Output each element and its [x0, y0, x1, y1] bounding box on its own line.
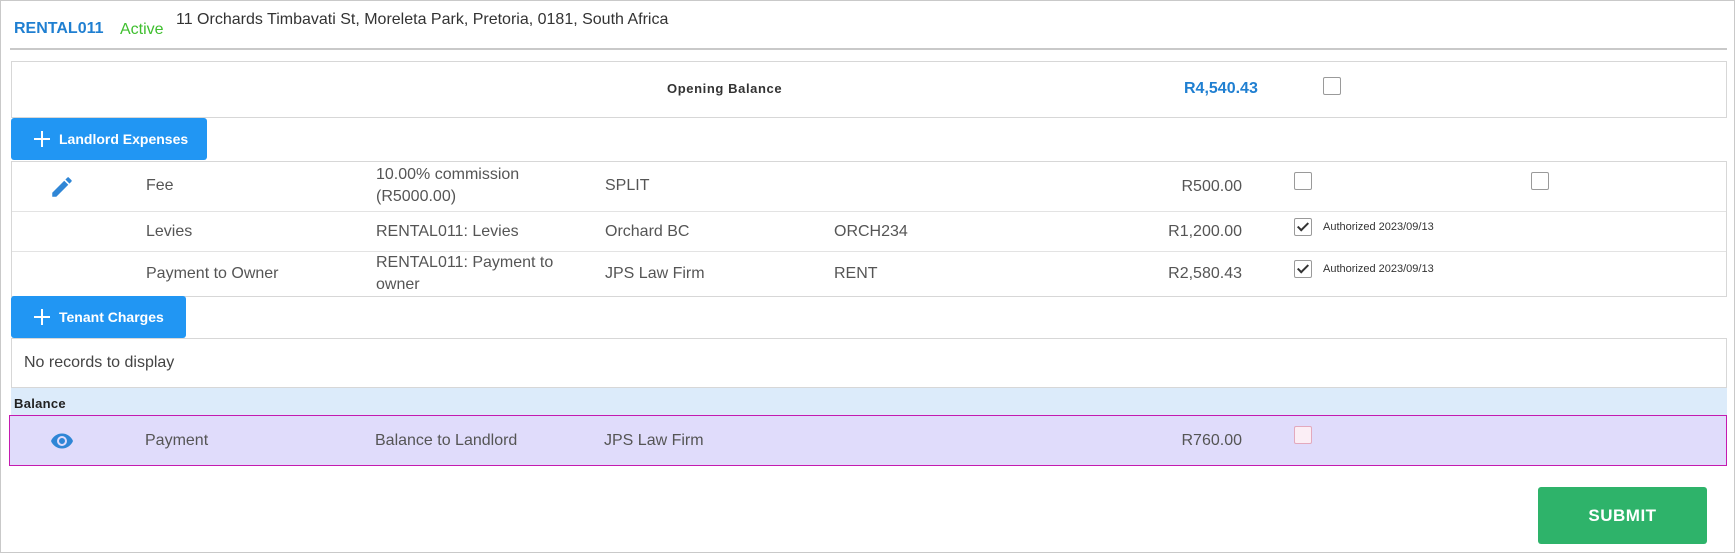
expense-amount: R2,580.43	[1168, 265, 1242, 282]
expense-amount: R1,200.00	[1168, 223, 1242, 240]
balance-payment-row[interactable]: Payment Balance to Landlord JPS Law Firm…	[9, 415, 1727, 466]
status-badge: Active	[120, 21, 164, 38]
authorized-label: Authorized 2023/09/13	[1323, 263, 1434, 275]
expense-reference: ORCH234	[834, 223, 908, 240]
opening-balance-checkbox[interactable]	[1323, 77, 1341, 95]
expense-description-cont: owner	[376, 276, 420, 293]
authorized-label: Authorized 2023/09/13	[1323, 221, 1434, 233]
expense-amount: R500.00	[1181, 178, 1243, 195]
opening-balance-row: Opening Balance R4,540.43	[11, 61, 1727, 118]
expense-description: 10.00% commission	[376, 166, 520, 183]
expense-payee: JPS Law Firm	[605, 265, 705, 282]
expense-payee: Orchard BC	[605, 223, 690, 240]
eye-icon[interactable]	[48, 429, 76, 453]
payment-payee: JPS Law Firm	[604, 432, 704, 449]
authorize-checkbox[interactable]	[1294, 218, 1312, 236]
page-header: RENTAL011 Active 11 Orchards Timbavati S…	[0, 0, 1733, 50]
expense-type: Fee	[146, 177, 174, 194]
row-select-checkbox[interactable]	[1531, 172, 1549, 190]
add-landlord-expenses-button[interactable]: Landlord Expenses	[11, 118, 207, 160]
rental-id: RENTAL011	[14, 20, 104, 37]
payment-checkbox[interactable]	[1294, 426, 1312, 444]
landlord-expenses-table: Fee 10.00% commission (R5000.00) SPLIT R…	[11, 161, 1727, 297]
expense-type: Levies	[146, 223, 193, 240]
empty-state-text: No records to display	[24, 354, 175, 371]
payment-type: Payment	[145, 432, 209, 449]
add-tenant-charges-button[interactable]: Tenant Charges	[11, 296, 186, 338]
pencil-icon[interactable]	[49, 174, 75, 200]
tenant-charges-table: No records to display	[11, 338, 1727, 388]
expense-description: RENTAL011: Payment to	[376, 254, 554, 271]
balance-label: Balance	[14, 396, 66, 411]
property-address: 11 Orchards Timbavati St, Moreleta Park,…	[176, 11, 669, 28]
authorize-checkbox[interactable]	[1294, 260, 1312, 278]
authorize-checkbox[interactable]	[1294, 172, 1312, 190]
table-row[interactable]: Levies RENTAL011: Levies Orchard BC ORCH…	[12, 212, 1726, 252]
opening-balance-amount: R4,540.43	[1184, 80, 1258, 97]
plus-icon	[34, 309, 50, 325]
submit-button[interactable]: SUBMIT	[1538, 487, 1707, 544]
add-tenant-charges-label: Tenant Charges	[59, 309, 164, 325]
plus-icon	[34, 131, 50, 147]
payment-description: Balance to Landlord	[375, 432, 518, 449]
table-row[interactable]: Fee 10.00% commission (R5000.00) SPLIT R…	[12, 162, 1726, 212]
payment-amount: R760.00	[1181, 432, 1243, 449]
expense-payee: SPLIT	[605, 177, 650, 194]
expense-reference: RENT	[834, 265, 878, 282]
add-landlord-expenses-label: Landlord Expenses	[59, 131, 189, 147]
expense-description: RENTAL011: Levies	[376, 223, 519, 240]
header-divider	[10, 48, 1727, 50]
balance-section-header: Balance	[11, 388, 1727, 415]
opening-balance-label: Opening Balance	[667, 81, 783, 96]
table-row[interactable]: Payment to Owner RENTAL011: Payment to o…	[12, 252, 1726, 296]
expense-description-cont: (R5000.00)	[376, 188, 457, 205]
expense-type: Payment to Owner	[146, 265, 279, 282]
